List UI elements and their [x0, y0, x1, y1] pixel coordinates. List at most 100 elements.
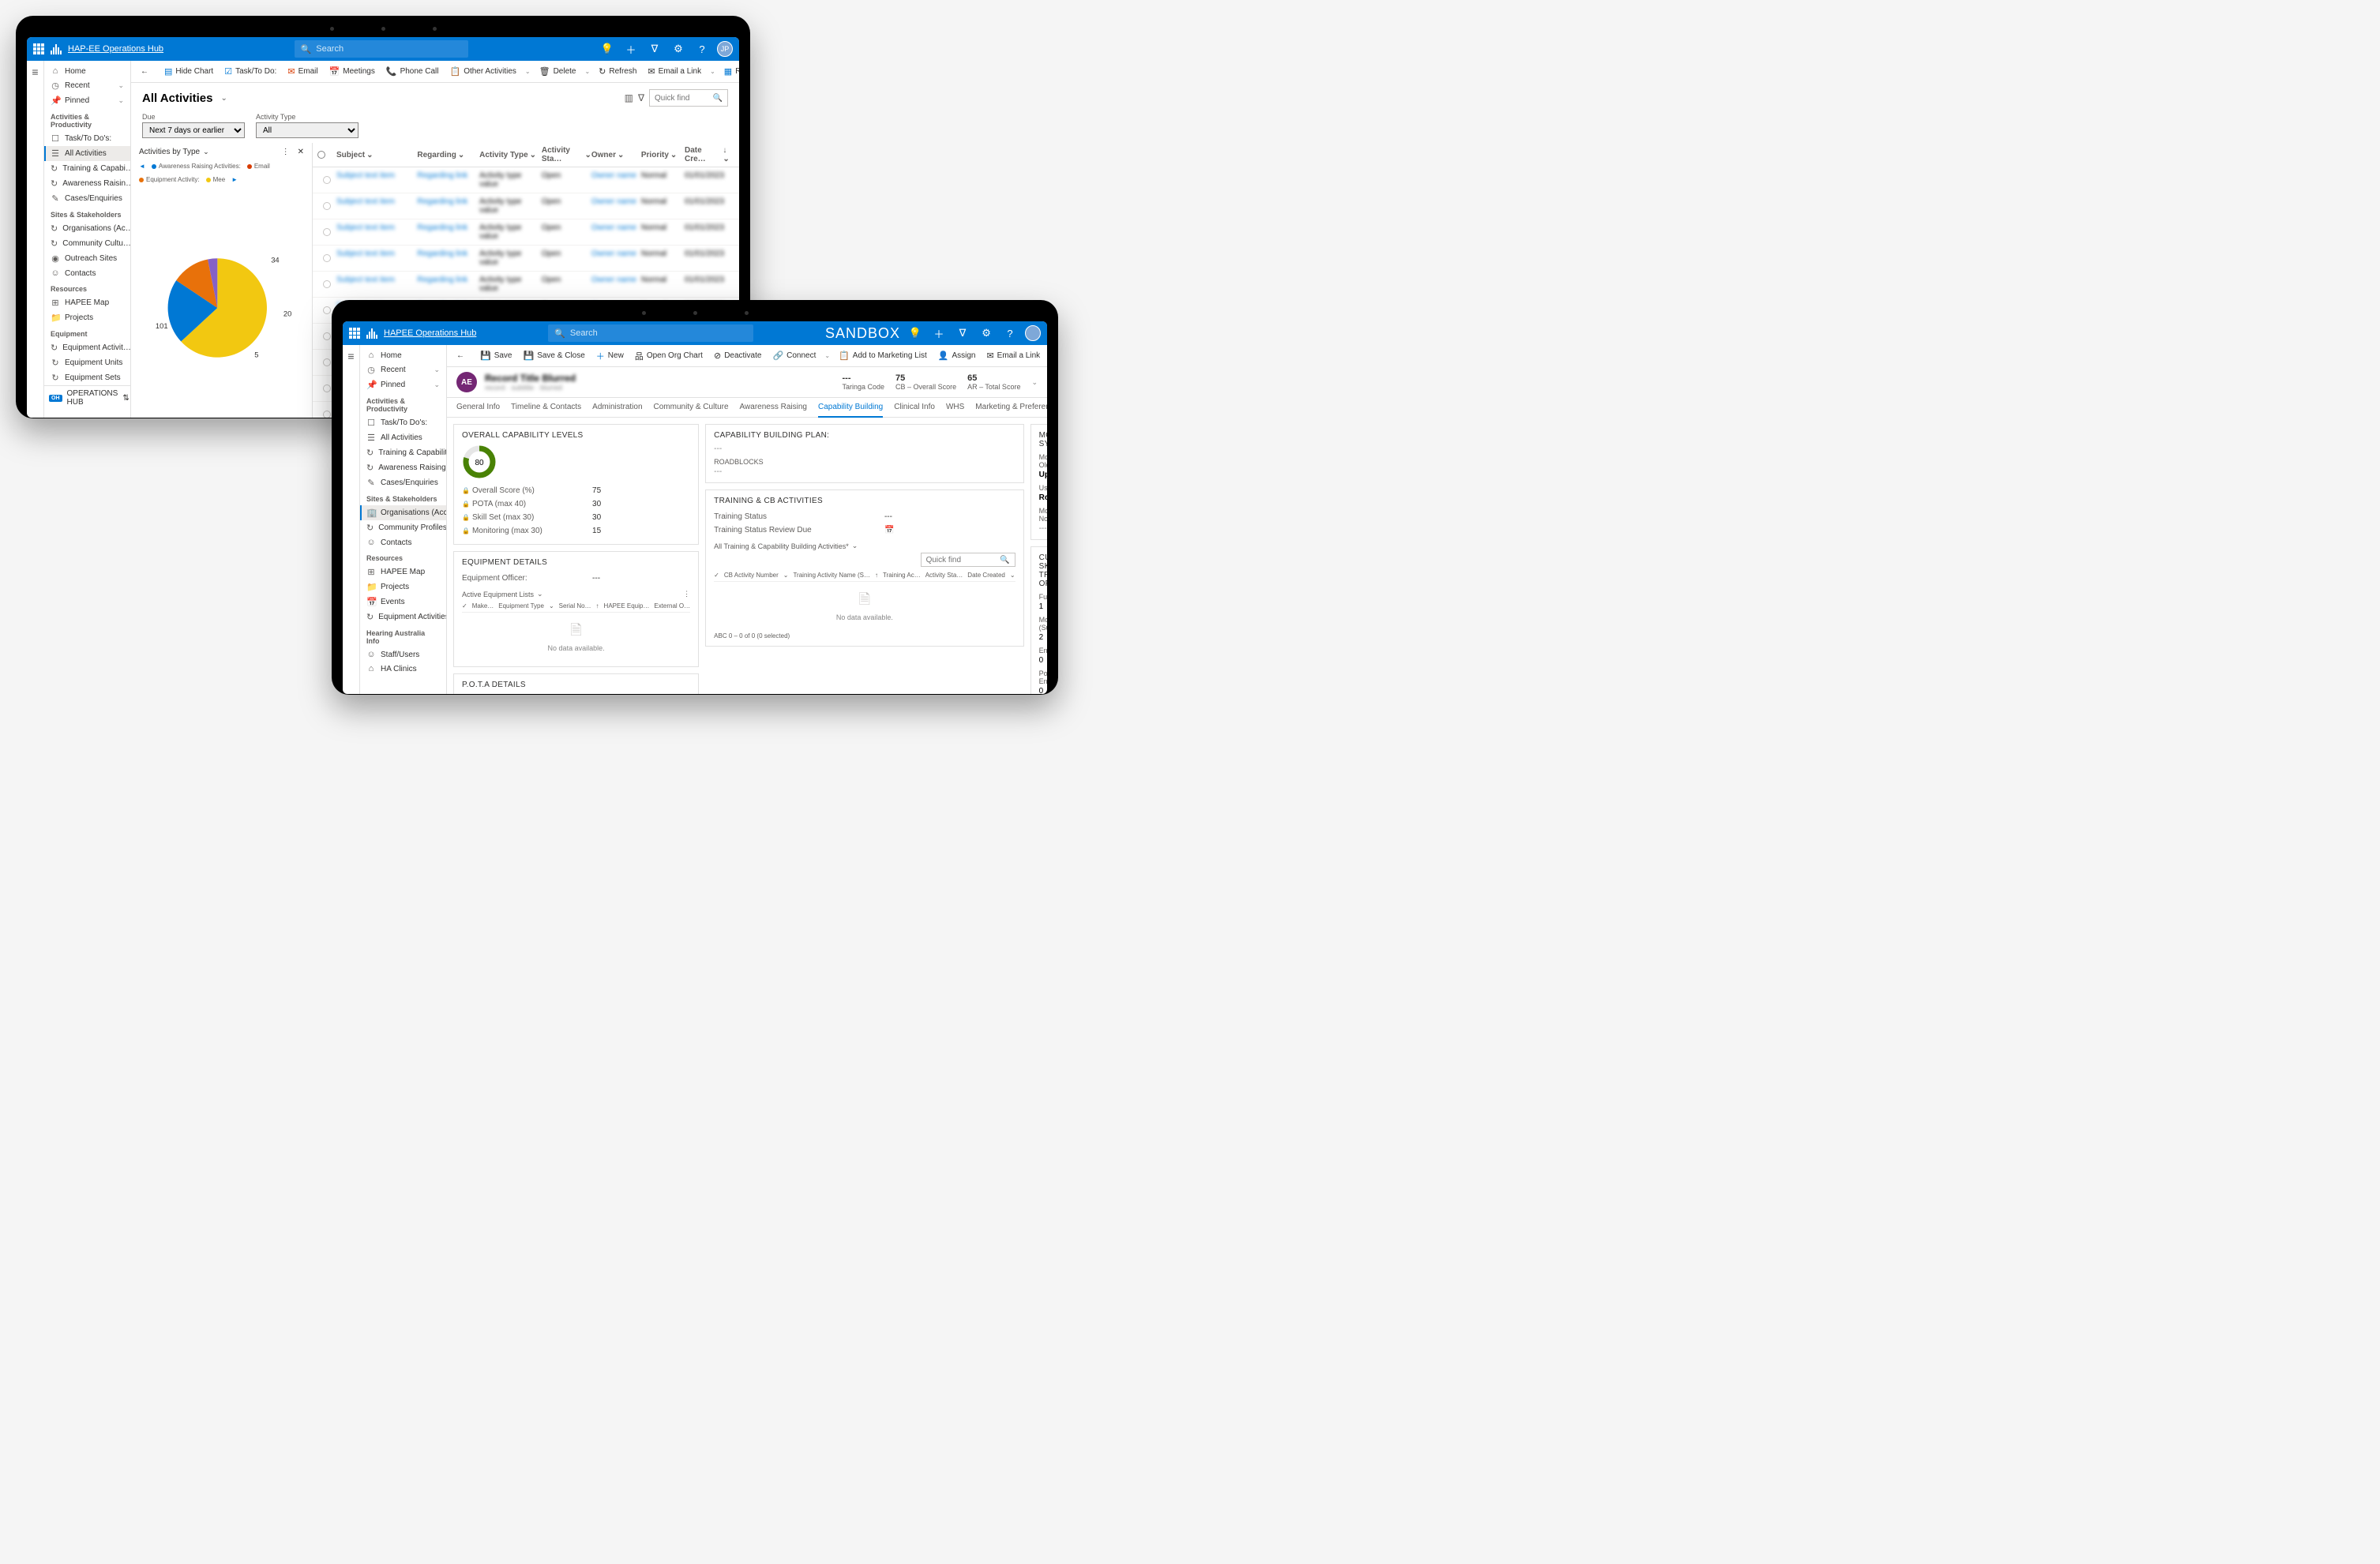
nav-pinned[interactable]: 📌Pinned⌄ [360, 377, 446, 392]
tab-general-info[interactable]: General Info [456, 398, 500, 417]
nav-community-profiles[interactable]: ↻Community Profiles [360, 520, 446, 535]
tab-whs[interactable]: WHS [946, 398, 964, 417]
help-icon[interactable]: ? [693, 40, 711, 58]
activity-type-select[interactable]: All [256, 122, 359, 138]
lightbulb-icon[interactable]: 💡 [907, 324, 924, 342]
nav-home[interactable]: ⌂Home [44, 64, 130, 78]
nav-training[interactable]: ↻Training & Capability… [360, 445, 446, 460]
add-marketing-button[interactable]: 📋Add to Marketing List [834, 348, 932, 363]
training-quick-find[interactable]: 🔍 [921, 553, 1015, 567]
view-dropdown-icon[interactable]: ⌄ [220, 94, 227, 103]
nav-all-activities[interactable]: ☰All Activities [44, 146, 130, 161]
add-icon[interactable]: ＋ [930, 324, 948, 342]
nav-awareness[interactable]: ↻Awareness Raisin… [44, 176, 130, 191]
nav-tasks[interactable]: ☐Task/To Do's: [360, 415, 446, 430]
meetings-button[interactable]: 📅Meetings [325, 64, 380, 79]
chevron-down-icon[interactable]: ⌄ [708, 68, 718, 75]
date-icon[interactable]: 📅 [884, 526, 894, 534]
app-launcher-icon[interactable] [33, 43, 44, 54]
page-next-icon[interactable]: ► [231, 176, 238, 183]
select-all-checkbox[interactable] [317, 151, 325, 159]
view-title[interactable]: All Activities [142, 92, 212, 105]
nav-contacts[interactable]: ☺Contacts [44, 266, 130, 280]
tab-clinical-info[interactable]: Clinical Info [894, 398, 935, 417]
tab-awareness-raising[interactable]: Awareness Raising [740, 398, 807, 417]
global-search[interactable]: 🔍 [295, 40, 468, 58]
filter-icon[interactable]: ∇ [954, 324, 971, 342]
nav-map[interactable]: ⊞HAPEE Map [44, 295, 130, 310]
quick-find[interactable]: 🔍 [649, 89, 728, 107]
nav-contacts[interactable]: ☺Contacts [360, 535, 446, 549]
nav-collapse-toggle[interactable]: ≡ [27, 61, 44, 418]
table-row[interactable]: Subject text itemRegarding linkActivity … [313, 193, 739, 219]
lightbulb-icon[interactable]: 💡 [599, 40, 616, 58]
refresh-button[interactable]: ↻Refresh [594, 64, 641, 79]
table-row[interactable]: Subject text itemRegarding linkActivity … [313, 219, 739, 246]
nav-all-activities[interactable]: ☰All Activities [360, 430, 446, 445]
user-avatar[interactable]: JP [717, 41, 733, 57]
brand-link[interactable]: HAPEE Operations Hub [384, 328, 476, 338]
nav-projects[interactable]: 📁Projects [360, 579, 446, 594]
col-date[interactable]: Date Cre… ↓ ⌄ [685, 146, 734, 163]
assign-button[interactable]: 👤Assign [933, 348, 981, 363]
table-row[interactable]: Subject text itemRegarding linkActivity … [313, 272, 739, 298]
save-close-button[interactable]: 💾Save & Close [519, 348, 590, 363]
back-button[interactable]: ← [136, 65, 153, 78]
due-select[interactable]: Next 7 days or earlier [142, 122, 245, 138]
connect-button[interactable]: 🔗Connect [768, 348, 820, 363]
save-button[interactable]: 💾Save [475, 348, 517, 363]
add-icon[interactable]: ＋ [622, 40, 640, 58]
email-button[interactable]: ✉Email [283, 64, 322, 79]
deactivate-button[interactable]: ⊘Deactivate [709, 348, 766, 363]
page-prev-icon[interactable]: ◄ [139, 163, 145, 170]
delete-button[interactable]: 🗑Delete [1046, 348, 1047, 363]
nav-map[interactable]: ⊞HAPEE Map [360, 564, 446, 579]
nav-home[interactable]: ⌂Home [360, 348, 446, 362]
nav-cases[interactable]: ✎Cases/Enquiries [360, 475, 446, 490]
nav-clinics[interactable]: ⌂HA Clinics [360, 662, 446, 676]
chart-more-icon[interactable]: ⋮ [282, 148, 290, 156]
email-link-button[interactable]: ✉Email a Link [982, 348, 1045, 363]
help-icon[interactable]: ? [1001, 324, 1019, 342]
nav-outreach[interactable]: ◉Outreach Sites [44, 251, 130, 266]
tab-administration[interactable]: Administration [592, 398, 642, 417]
chevron-down-icon[interactable]: ⌄ [523, 68, 533, 75]
nav-pinned[interactable]: 📌Pinned⌄ [44, 93, 130, 108]
tab-timeline-contacts[interactable]: Timeline & Contacts [511, 398, 581, 417]
nav-events[interactable]: 📅Events [360, 594, 446, 609]
edit-columns-icon[interactable]: ▥ [625, 92, 633, 103]
nav-eq-act[interactable]: ↻Equipment Activities [360, 609, 446, 624]
back-button[interactable]: ← [452, 349, 469, 362]
delete-button[interactable]: 🗑Delete [535, 64, 581, 79]
nav-orgs[interactable]: ↻Organisations (Ac… [44, 221, 130, 236]
nav-staff[interactable]: ☺Staff/Users [360, 647, 446, 662]
tab-community-culture[interactable]: Community & Culture [654, 398, 729, 417]
settings-icon[interactable]: ⚙ [978, 324, 995, 342]
nav-community[interactable]: ↻Community Cultu… [44, 236, 130, 251]
nav-orgs[interactable]: 🏢Organisations (Acco… [360, 505, 446, 520]
table-row[interactable]: Subject text itemRegarding linkActivity … [313, 246, 739, 272]
nav-eq-act[interactable]: ↻Equipment Activit… [44, 340, 130, 355]
run-report-button[interactable]: ▦Run Report [719, 64, 739, 79]
nav-projects[interactable]: 📁Projects [44, 310, 130, 325]
org-chart-button[interactable]: 品Open Org Chart [630, 347, 708, 365]
quick-find-input[interactable] [655, 94, 713, 103]
phone-button[interactable]: 📞Phone Call [381, 64, 444, 79]
chevron-down-icon[interactable]: ⌄ [582, 68, 592, 75]
nav-collapse-toggle[interactable]: ≡ [343, 345, 360, 694]
nav-tasks[interactable]: ☐Task/To Do's: [44, 131, 130, 146]
app-launcher-icon[interactable] [349, 328, 360, 339]
filter-icon[interactable]: ∇ [646, 40, 663, 58]
global-search[interactable]: 🔍 [548, 324, 753, 342]
more-icon[interactable]: ⋮ [683, 590, 690, 598]
chart-close-icon[interactable]: ✕ [298, 148, 304, 156]
col-regarding[interactable]: Regarding ⌄ [417, 146, 479, 163]
new-button[interactable]: ＋New [591, 347, 629, 365]
hide-chart-button[interactable]: ▤Hide Chart [160, 64, 218, 79]
nav-cases[interactable]: ✎Cases/Enquiries [44, 191, 130, 206]
col-owner[interactable]: Owner ⌄ [591, 146, 641, 163]
user-avatar[interactable] [1025, 325, 1041, 341]
area-switcher[interactable]: OHOPERATIONS HUB⇅ [44, 385, 130, 410]
tab-capability-building[interactable]: Capability Building [818, 398, 883, 418]
settings-icon[interactable]: ⚙ [670, 40, 687, 58]
